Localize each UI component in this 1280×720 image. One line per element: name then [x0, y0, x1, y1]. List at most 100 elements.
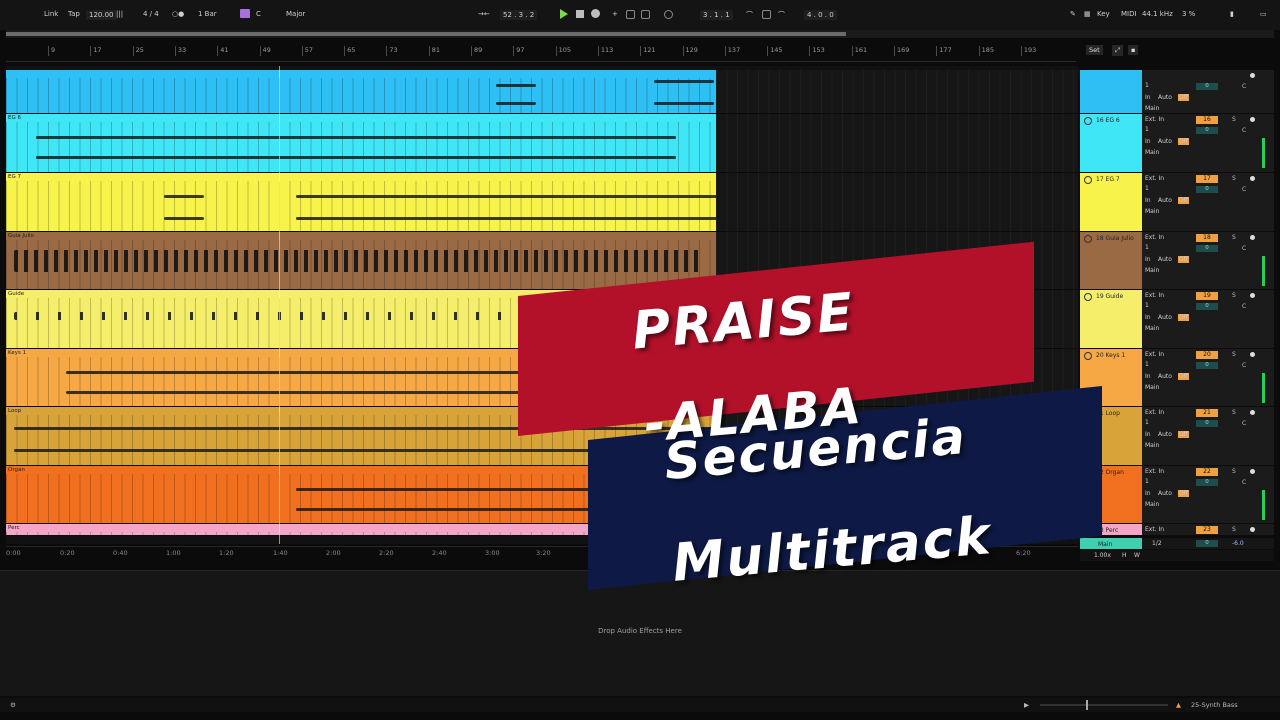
arrangement-view[interactable]: EG 6 EG 7 Guia Julio Guide Keys 1 Loop Organ Pe…: [6, 66, 1078, 544]
follow-arrow-icon[interactable]: →←: [478, 10, 490, 18]
settings-icon[interactable]: ⚙: [10, 701, 16, 709]
cue-button[interactable]: C: [1242, 245, 1246, 252]
cue-button[interactable]: C: [1242, 186, 1246, 193]
solo-button[interactable]: S: [1232, 292, 1236, 299]
device-panel[interactable]: Drop Audio Effects Here: [0, 570, 1280, 696]
volume-field[interactable]: 0: [1196, 245, 1218, 252]
width-button[interactable]: W: [1134, 552, 1140, 559]
audio-clip[interactable]: Loop: [6, 407, 716, 465]
solo-button[interactable]: S: [1232, 234, 1236, 241]
arm-button[interactable]: [1250, 527, 1255, 532]
output-select[interactable]: Main: [1145, 105, 1159, 112]
link-button[interactable]: Link: [44, 10, 58, 18]
volume-field[interactable]: 0: [1196, 303, 1218, 310]
arm-button[interactable]: [1250, 352, 1255, 357]
main-track-header[interactable]: Main 1/2 0 -6.0: [1080, 538, 1274, 550]
punch-in-icon[interactable]: ⌒: [746, 10, 753, 20]
output-select[interactable]: Main: [1145, 267, 1159, 274]
output-select[interactable]: Main: [1145, 384, 1159, 391]
zoom-slider[interactable]: [1040, 704, 1168, 706]
fold-icon[interactable]: [1084, 117, 1092, 125]
fold-icon[interactable]: [1084, 410, 1092, 418]
metronome-icon[interactable]: |||: [116, 10, 123, 18]
fold-icon[interactable]: [1084, 176, 1092, 184]
track-name[interactable]: 21 Loop: [1096, 410, 1120, 417]
input-channel-select[interactable]: 1: [1145, 185, 1149, 192]
track-header[interactable]: 19 Guide Ext. In 1 In Auto Off Main 19 0…: [1080, 290, 1274, 349]
selected-device-name[interactable]: 25-Synth Bass: [1191, 701, 1238, 709]
arm-button[interactable]: [1250, 176, 1255, 181]
monitor-off-button[interactable]: Off: [1178, 314, 1189, 321]
arrangement-overview[interactable]: [6, 30, 1274, 38]
quantize-menu[interactable]: 1 Bar: [198, 10, 217, 18]
monitor-auto-button[interactable]: Auto: [1158, 138, 1172, 145]
track-activator[interactable]: 18: [1196, 234, 1218, 242]
set-locator-button[interactable]: Set: [1086, 45, 1103, 55]
arm-button[interactable]: [1250, 410, 1255, 415]
key-map-button[interactable]: Key: [1097, 10, 1110, 18]
midi-map-button[interactable]: MIDI: [1121, 10, 1137, 18]
keyboard-icon[interactable]: ▦: [1084, 10, 1091, 18]
track-activator[interactable]: 20: [1196, 351, 1218, 359]
track-lane[interactable]: Loop: [6, 407, 1078, 466]
output-select[interactable]: Main: [1145, 442, 1159, 449]
monitor-auto-button[interactable]: Auto: [1158, 94, 1172, 101]
track-lane[interactable]: Organ: [6, 466, 1078, 524]
track-lane[interactable]: EG 7: [6, 173, 1078, 232]
fold-icon[interactable]: [1084, 469, 1092, 477]
main-gain-field[interactable]: -6.0: [1232, 540, 1244, 547]
tap-tempo-button[interactable]: Tap: [68, 10, 80, 18]
input-channel-select[interactable]: 1: [1145, 419, 1149, 426]
monitor-in-button[interactable]: In: [1145, 490, 1151, 497]
input-type-select[interactable]: Ext. In: [1145, 526, 1164, 533]
volume-field[interactable]: 0: [1196, 83, 1218, 90]
output-select[interactable]: Main: [1145, 325, 1159, 332]
overdub-icon[interactable]: +: [612, 10, 618, 18]
draw-mode-icon[interactable]: ✎: [1070, 10, 1076, 18]
track-header[interactable]: 20 Keys 1 Ext. In 1 In Auto Off Main 20 …: [1080, 349, 1274, 407]
track-name[interactable]: 17 EG 7: [1096, 176, 1120, 183]
track-header[interactable]: 1 In Auto Off Main 0 C: [1080, 70, 1274, 114]
output-select[interactable]: Main: [1145, 208, 1159, 215]
track-header[interactable]: 22 Organ Ext. In 1 In Auto Off Main 22 0…: [1080, 466, 1274, 524]
scale-select[interactable]: Major: [286, 10, 305, 18]
input-channel-select[interactable]: 1: [1145, 82, 1149, 89]
cue-button[interactable]: C: [1242, 420, 1246, 427]
volume-field[interactable]: 0: [1196, 127, 1218, 134]
monitor-off-button[interactable]: Off: [1178, 138, 1189, 145]
input-type-select[interactable]: Ext. In: [1145, 175, 1164, 182]
monitor-off-button[interactable]: Off: [1178, 94, 1189, 101]
monitor-off-button[interactable]: Off: [1178, 373, 1189, 380]
input-channel-select[interactable]: 1: [1145, 478, 1149, 485]
monitor-auto-button[interactable]: Auto: [1158, 431, 1172, 438]
cue-button[interactable]: C: [1242, 362, 1246, 369]
cue-button[interactable]: C: [1242, 303, 1246, 310]
track-header[interactable]: 21 Loop Ext. In 1 In Auto Off Main 21 0 …: [1080, 407, 1274, 466]
input-channel-select[interactable]: 1: [1145, 302, 1149, 309]
tempo-field[interactable]: 120.00: [86, 10, 117, 20]
solo-button[interactable]: S: [1232, 409, 1236, 416]
monitor-off-button[interactable]: Off: [1178, 490, 1189, 497]
monitor-off-button[interactable]: Off: [1178, 431, 1189, 438]
input-channel-select[interactable]: 1: [1145, 244, 1149, 251]
arm-button[interactable]: [1250, 469, 1255, 474]
audio-clip[interactable]: Organ: [6, 466, 716, 523]
monitor-auto-button[interactable]: Auto: [1158, 490, 1172, 497]
track-lane[interactable]: Guide: [6, 290, 1078, 349]
monitor-auto-button[interactable]: Auto: [1158, 314, 1172, 321]
track-activator[interactable]: 16: [1196, 116, 1218, 124]
input-type-select[interactable]: Ext. In: [1145, 351, 1164, 358]
track-activator[interactable]: 17: [1196, 175, 1218, 183]
track-name[interactable]: 23 Perc: [1096, 527, 1118, 534]
monitor-in-button[interactable]: In: [1145, 373, 1151, 380]
input-channel-select[interactable]: 1: [1145, 126, 1149, 133]
audio-clip[interactable]: Guia Julio: [6, 232, 716, 289]
main-volume[interactable]: 0: [1196, 540, 1218, 547]
input-type-select[interactable]: Ext. In: [1145, 116, 1164, 123]
track-lane[interactable]: Perc: [6, 524, 1078, 536]
volume-field[interactable]: 0: [1196, 186, 1218, 193]
main-ratio[interactable]: 1/2: [1152, 540, 1162, 547]
track-header[interactable]: 16 EG 6 Ext. In 1 In Auto Off Main 16 0 …: [1080, 114, 1274, 173]
volume-field[interactable]: 0: [1196, 362, 1218, 369]
fold-icon[interactable]: [1084, 527, 1092, 535]
